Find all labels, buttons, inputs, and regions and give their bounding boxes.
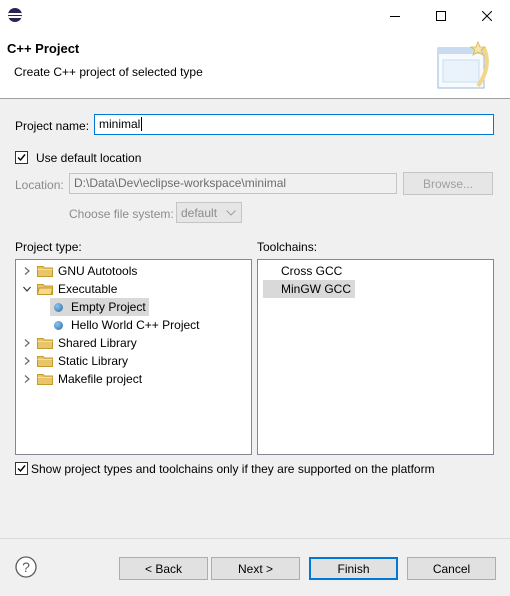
folder-open-icon [37, 284, 53, 295]
use-default-location-checkbox[interactable] [15, 151, 28, 164]
finish-button[interactable]: Finish [309, 557, 398, 580]
toolchains-label: Toolchains: [257, 240, 318, 254]
folder-icon [37, 356, 53, 367]
tree-item-label: Executable [58, 282, 118, 296]
close-button[interactable] [464, 0, 510, 31]
location-label: Location: [15, 178, 64, 192]
title-bar [0, 0, 510, 31]
help-button[interactable]: ? [15, 556, 37, 578]
chevron-down-icon [226, 210, 236, 216]
location-value: D:\Data\Dev\eclipse-workspace\minimal [74, 176, 287, 190]
tree-item-label: Hello World C++ Project [71, 318, 200, 332]
show-supported-only-checkbox[interactable] [15, 462, 28, 475]
minimize-icon [390, 15, 400, 17]
wizard-banner: C++ Project Create C++ project of select… [0, 31, 510, 99]
footer-divider [0, 538, 510, 539]
toolchain-item-mingw-gcc[interactable]: MinGW GCC [263, 280, 355, 298]
tree-item-hello-world[interactable]: Hello World C++ Project [54, 316, 200, 334]
chevron-right-icon [24, 375, 30, 383]
project-type-icon [54, 320, 63, 330]
tree-item-label: Static Library [58, 354, 129, 368]
tree-item-shared-library[interactable]: Shared Library [22, 334, 137, 352]
wizard-description: Create C++ project of selected type [14, 65, 203, 79]
project-name-input[interactable]: minimal [94, 114, 494, 135]
maximize-button[interactable] [418, 0, 464, 31]
tree-item-static-library[interactable]: Static Library [22, 352, 128, 370]
wizard-banner-icon [437, 40, 489, 89]
maximize-icon [436, 10, 446, 21]
wizard-title: C++ Project [7, 41, 80, 56]
project-type-label: Project type: [15, 240, 82, 254]
help-icon: ? [15, 556, 37, 578]
tree-item-label: Shared Library [58, 336, 137, 350]
minimize-button[interactable] [372, 0, 418, 31]
use-default-location-label: Use default location [36, 151, 142, 165]
tree-item-empty-project[interactable]: Empty Project [50, 298, 149, 316]
tree-item-makefile-project[interactable]: Makefile project [22, 370, 142, 388]
list-item-label: MinGW GCC [281, 282, 351, 296]
chevron-right-icon [24, 339, 30, 347]
project-type-tree[interactable]: GNU Autotools Executable Empty Project H… [15, 259, 252, 455]
project-name-label: Project name: [15, 119, 90, 133]
tree-item-label: Empty Project [71, 300, 146, 314]
show-supported-only-label: Show project types and toolchains only i… [31, 462, 435, 476]
back-button[interactable]: < Back [119, 557, 208, 580]
eclipse-icon [8, 8, 22, 22]
choose-file-system-label: Choose file system: [69, 207, 174, 221]
list-item-label: Cross GCC [281, 264, 343, 278]
project-type-icon [54, 302, 63, 312]
toolchain-item-cross-gcc[interactable]: Cross GCC [263, 262, 342, 280]
project-name-value: minimal [99, 117, 141, 131]
tree-item-gnu-autotools[interactable]: GNU Autotools [22, 262, 137, 280]
chevron-right-icon [24, 267, 30, 275]
checkmark-icon [17, 154, 26, 162]
folder-icon [37, 338, 53, 349]
browse-button[interactable]: Browse... [403, 172, 493, 195]
close-icon [482, 10, 492, 21]
chevron-right-icon [24, 357, 30, 365]
tree-item-label: GNU Autotools [58, 264, 138, 278]
next-button[interactable]: Next > [211, 557, 300, 580]
folder-icon [37, 266, 53, 277]
file-system-value: default [181, 205, 218, 220]
tree-item-executable[interactable]: Executable [22, 280, 117, 298]
toolchains-list[interactable]: Cross GCC MinGW GCC [257, 259, 494, 455]
checkmark-icon [17, 465, 26, 473]
chevron-down-icon [23, 286, 31, 292]
folder-icon [37, 374, 53, 385]
location-input[interactable]: D:\Data\Dev\eclipse-workspace\minimal [69, 173, 397, 194]
file-system-select[interactable]: default [176, 202, 242, 223]
cancel-button[interactable]: Cancel [407, 557, 496, 580]
svg-text:?: ? [22, 559, 30, 575]
tree-item-label: Makefile project [58, 372, 143, 386]
